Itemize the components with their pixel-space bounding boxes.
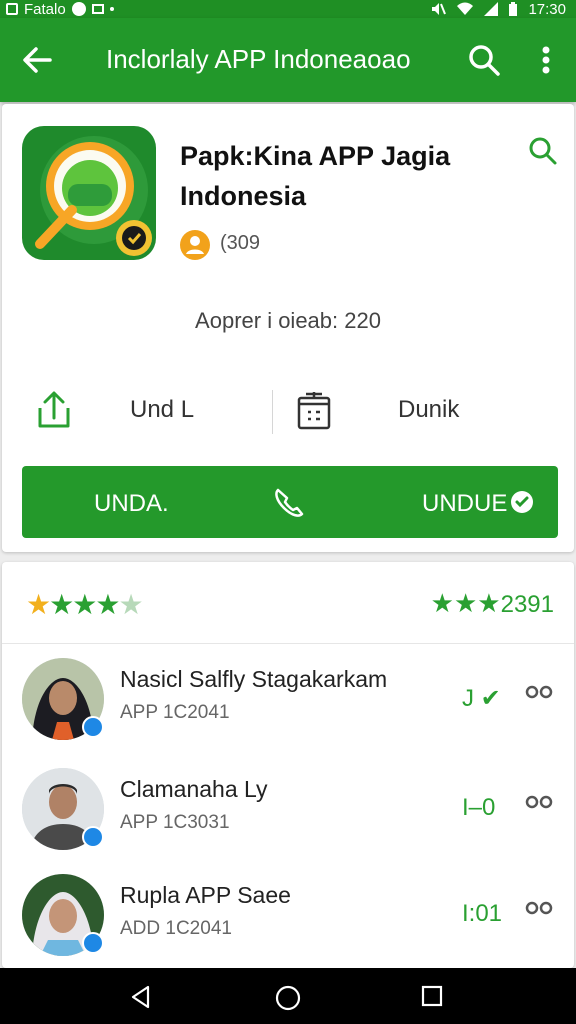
reviewer-name: Nasicl Salfly Stagakarkam	[120, 666, 388, 692]
review-score: I:01	[462, 900, 503, 927]
more-vert-icon[interactable]	[528, 40, 564, 80]
carrier-label: Fatalo	[24, 0, 66, 18]
verified-badge-icon	[82, 826, 104, 848]
verified-badge-icon	[82, 932, 104, 954]
star-icon: ★	[95, 589, 120, 620]
nav-home-icon[interactable]	[274, 984, 302, 1012]
review-item[interactable]: Rupla APP Saee ADD 1C2041 I:01	[2, 874, 574, 980]
star-icon: ★	[49, 589, 74, 620]
star-half-icon: ★	[118, 589, 143, 620]
battery-icon	[509, 2, 518, 16]
signal-icon	[484, 2, 499, 16]
app-bar-title: Inclorlaly APP Indoneaoao	[106, 44, 411, 74]
star-icon: ★	[26, 589, 51, 620]
review-item[interactable]: Nasicl Salfly Stagakarkam APP 1C2041 J ✔	[2, 658, 574, 764]
more-horiz-icon[interactable]	[524, 684, 554, 700]
review-score: J ✔	[462, 685, 501, 712]
reviewer-name: Rupla APP Saee	[120, 882, 291, 908]
clock: 17:30	[528, 0, 566, 18]
reviewer-meta: ADD 1C2041	[120, 918, 232, 939]
developer-icon	[180, 230, 210, 260]
arrow-left-icon[interactable]	[18, 40, 58, 80]
app-notification-icon	[71, 2, 86, 16]
app-details-card: Papk:Kina APP Jagia Indonesia (309 Aopre…	[2, 104, 574, 552]
nav-recent-icon[interactable]	[420, 984, 444, 1008]
wifi-icon	[457, 2, 474, 15]
app-name: Papk:Kina APP Jagia Indonesia	[180, 141, 451, 211]
image-notification-icon	[91, 4, 104, 14]
more-horiz-icon[interactable]	[524, 900, 554, 916]
star-icon: ★	[72, 589, 97, 620]
verified-badge-icon	[82, 716, 104, 738]
share-label: Und L	[130, 396, 195, 423]
app-bar: Inclorlaly APP Indoneaoao	[0, 18, 576, 102]
rating-count: 2391	[500, 591, 554, 618]
reviewer-name: Clamanaha Ly	[120, 776, 268, 802]
call-icon[interactable]	[268, 482, 308, 522]
nav-back-icon[interactable]	[128, 984, 154, 1010]
info-action[interactable]: Dunik	[294, 384, 544, 434]
mute-icon	[432, 3, 447, 15]
install-left-label: UNDA.	[94, 490, 169, 517]
reviewer-meta: APP 1C3031	[120, 812, 230, 833]
appreciation-text: Aoprer i oieab: 220	[195, 308, 381, 333]
notification-icon	[6, 3, 18, 15]
dot-icon	[109, 7, 114, 11]
more-horiz-icon[interactable]	[524, 794, 554, 810]
reviews-card: ★★★★★ ★★★2391 Nasicl Salfly Stagakarkam …	[2, 562, 574, 968]
system-nav-bar	[0, 968, 576, 1024]
rating-row: ★★★★★ ★★★2391	[2, 562, 574, 644]
info-label: Dunik	[398, 396, 460, 423]
action-divider	[272, 390, 273, 434]
install-button-bar[interactable]: UNDA. UNDUE	[22, 466, 558, 538]
share-action[interactable]: Und L	[32, 384, 252, 434]
app-logo	[22, 126, 156, 260]
search-icon[interactable]	[526, 134, 560, 168]
review-score: I–0	[462, 794, 496, 821]
share-upload-icon	[38, 391, 70, 428]
search-icon[interactable]	[464, 40, 504, 80]
developer-count: (309	[220, 232, 261, 254]
install-right-label: UNDUE	[422, 490, 508, 517]
rating-stars: ★★★★★	[26, 588, 144, 621]
star-icon: ★★★	[430, 588, 501, 618]
reviewer-meta: APP 1C2041	[120, 702, 230, 723]
review-item[interactable]: Clamanaha Ly APP 1C3031 I–0	[2, 768, 574, 874]
status-bar: Fatalo 17:30	[0, 0, 576, 18]
info-box-icon	[297, 392, 331, 430]
rating-summary: ★★★2391	[431, 588, 554, 619]
check-circle-icon	[511, 491, 533, 513]
